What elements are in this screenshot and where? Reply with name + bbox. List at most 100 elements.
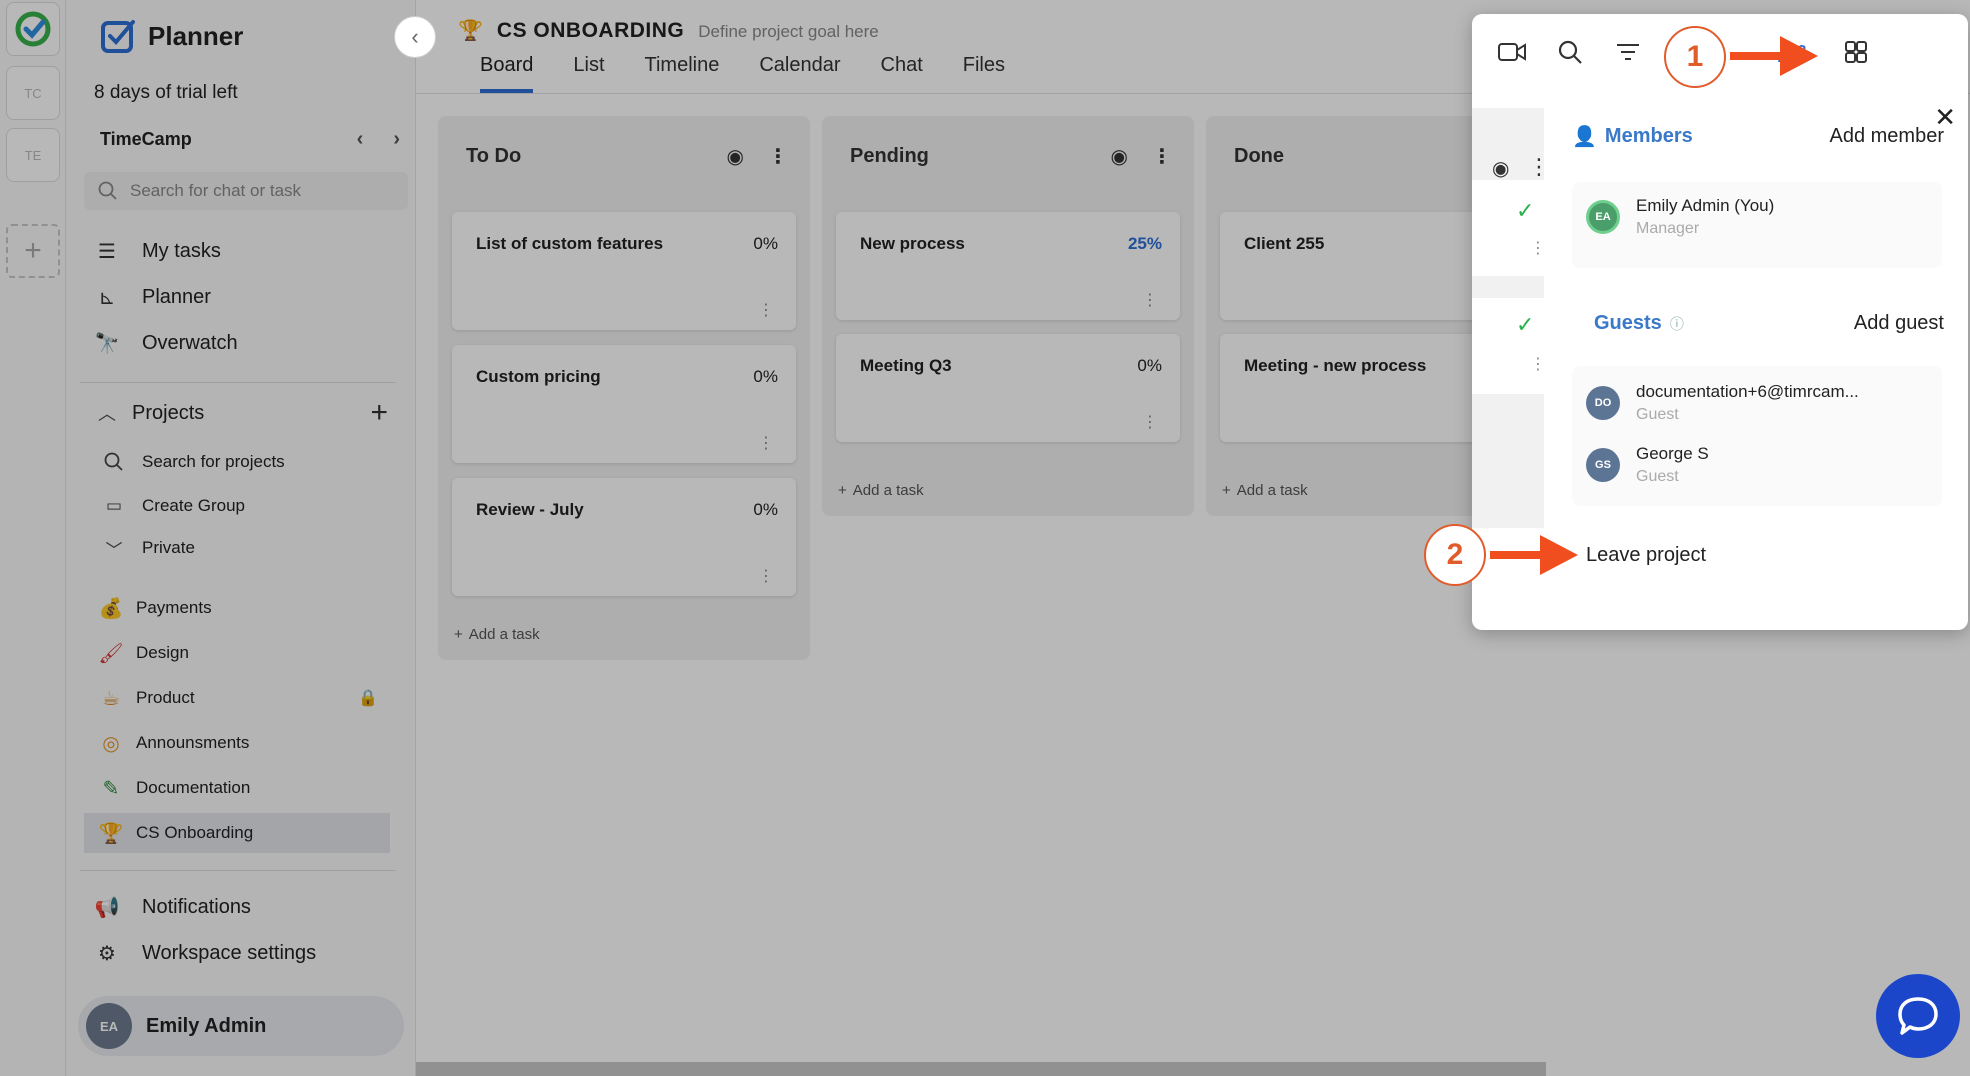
project-tabs: Board List Timeline Calendar Chat Files <box>480 54 1005 93</box>
member-role: Manager <box>1636 220 1700 237</box>
add-task-button[interactable]: + Add a task <box>454 626 540 643</box>
project-product[interactable]: ☕ Product 🔒 <box>98 678 384 718</box>
project-goal-field[interactable]: Define project goal here <box>698 22 879 42</box>
column-header: To Do ◉ ⋮ <box>438 116 810 196</box>
eye-icon[interactable]: ◉ <box>727 144 744 169</box>
add-task-button[interactable]: + Add a task <box>1222 482 1308 499</box>
member-row[interactable]: EA Emily Admin (You) Manager <box>1586 196 1774 238</box>
add-guest-button[interactable]: Add guest <box>1854 312 1944 335</box>
horizontal-scrollbar[interactable] <box>416 1062 1546 1076</box>
notifications-link[interactable]: 📢 Notifications <box>94 894 251 920</box>
tab-files[interactable]: Files <box>963 54 1005 93</box>
coffee-icon: ☕ <box>102 687 120 710</box>
project-payments[interactable]: 💰 Payments <box>98 588 384 628</box>
members-list: EA Emily Admin (You) Manager <box>1572 182 1942 268</box>
add-workspace-button[interactable]: + <box>6 224 60 278</box>
more-vertical-icon[interactable]: ⋮ <box>758 436 774 452</box>
guest-row[interactable]: DO documentation+6@timrcam... Guest <box>1586 382 1859 424</box>
leave-project-button[interactable]: Leave project <box>1586 544 1706 567</box>
info-icon[interactable]: ⓘ <box>1670 314 1684 334</box>
sidebar-search[interactable]: Search for chat or task <box>84 172 408 210</box>
nav-label: Planner <box>142 285 211 308</box>
guest-name: George S <box>1636 444 1709 463</box>
add-project-icon[interactable]: + <box>370 396 388 430</box>
user-profile[interactable]: EA Emily Admin <box>78 996 404 1056</box>
private-group-toggle[interactable]: ﹀ Private <box>102 536 195 560</box>
app-brand[interactable]: Planner <box>100 18 243 54</box>
nav-overwatch[interactable]: 🔭 Overwatch <box>94 330 238 356</box>
task-card-peek[interactable]: ✓ ⋮ <box>1472 298 1546 394</box>
task-card-peek[interactable]: ✓ ⋮ <box>1472 180 1546 276</box>
guests-label-text: Guests <box>1594 312 1662 334</box>
page-title[interactable]: CS ONBOARDING <box>497 19 684 43</box>
guest-row[interactable]: GS George S Guest <box>1586 444 1709 486</box>
brush-icon: 🖌 <box>98 642 124 665</box>
chevron-down-icon: ﹀ <box>105 540 123 560</box>
integrations-icon[interactable] <box>1842 38 1870 66</box>
member-name: Emily Admin (You) <box>1636 196 1775 215</box>
project-label: CS Onboarding <box>136 823 254 842</box>
eye-icon[interactable]: ◉ <box>1111 144 1128 169</box>
user-name: Emily Admin <box>146 1014 267 1037</box>
eye-icon[interactable]: ◉ <box>1492 156 1509 181</box>
tab-timeline[interactable]: Timeline <box>645 54 720 93</box>
more-vertical-icon[interactable]: ⋮ <box>1142 415 1158 431</box>
tab-chat[interactable]: Chat <box>881 54 923 93</box>
video-call-icon[interactable] <box>1498 38 1526 66</box>
more-vertical-icon[interactable]: ⋮ <box>1530 354 1546 374</box>
more-vertical-icon[interactable]: ⋮ <box>1142 293 1158 309</box>
chevron-left-icon[interactable]: ‹ <box>357 128 364 151</box>
project-documentation[interactable]: ✎ Documentation <box>98 768 384 808</box>
chevron-up-icon[interactable]: ︿ <box>98 400 116 426</box>
nav-my-tasks[interactable]: ☰ My tasks <box>94 238 221 264</box>
create-group-label: Create Group <box>142 496 245 515</box>
collapse-sidebar-button[interactable]: ‹ <box>394 16 436 58</box>
task-card[interactable]: List of custom features 0% ⋮ <box>452 212 796 330</box>
column-title: Done <box>1234 144 1284 167</box>
projects-label: Projects <box>132 401 205 424</box>
project-announsments[interactable]: ◎ Announsments <box>98 723 384 763</box>
user-icon: 👤 <box>1572 126 1597 148</box>
annotation-step-2: 2 <box>1424 524 1486 586</box>
guests-label: Guests ⓘ <box>1594 312 1684 335</box>
search-projects[interactable]: Search for projects <box>102 450 285 474</box>
project-cs-onboarding[interactable]: 🏆 CS Onboarding <box>84 813 390 853</box>
more-vertical-icon[interactable]: ⋮ <box>758 569 774 585</box>
more-vertical-icon[interactable]: ⋮ <box>1530 238 1546 258</box>
task-card[interactable]: New process 25% ⋮ <box>836 212 1180 320</box>
create-group[interactable]: ▭ Create Group <box>102 494 245 518</box>
project-label: Design <box>136 643 189 662</box>
more-vertical-icon[interactable]: ⋮ <box>758 303 774 319</box>
trophy-icon: 🏆 <box>458 20 483 42</box>
members-label: 👤 Members <box>1572 124 1693 149</box>
search-icon <box>98 181 117 200</box>
workspace-settings-link[interactable]: ⚙ Workspace settings <box>94 940 316 966</box>
task-progress: 25% <box>1127 234 1162 253</box>
app-logo-icon[interactable] <box>6 2 60 56</box>
more-vertical-icon[interactable]: ⋮ <box>768 144 788 169</box>
workspace-switch-tc[interactable]: TC <box>6 66 60 120</box>
tab-list[interactable]: List <box>573 54 604 93</box>
task-card[interactable]: Review - July 0% ⋮ <box>452 478 796 596</box>
more-vertical-icon[interactable]: ⋮ <box>1528 154 1550 180</box>
add-task-button[interactable]: + Add a task <box>838 482 924 499</box>
avatar: GS <box>1586 448 1620 482</box>
megaphone-icon: 📢 <box>94 896 120 919</box>
nav-planner[interactable]: ⊾ Planner <box>94 284 211 310</box>
projects-header[interactable]: ︿ Projects + <box>98 396 388 430</box>
chevron-right-icon[interactable]: › <box>393 128 400 151</box>
annotation-arrowhead-1 <box>1780 36 1818 76</box>
add-member-button[interactable]: Add member <box>1830 125 1945 148</box>
add-task-label: Add a task <box>468 626 540 643</box>
project-design[interactable]: 🖌 Design <box>98 633 384 673</box>
search-icon[interactable] <box>1556 38 1584 66</box>
task-card[interactable]: Meeting Q3 0% ⋮ <box>836 334 1180 442</box>
filter-icon[interactable] <box>1614 38 1642 66</box>
tab-calendar[interactable]: Calendar <box>759 54 840 93</box>
guest-role: Guest <box>1636 406 1679 423</box>
workspace-switch-te[interactable]: TE <box>6 128 60 182</box>
support-chat-button[interactable] <box>1876 974 1960 1058</box>
task-card[interactable]: Custom pricing 0% ⋮ <box>452 345 796 463</box>
tab-board[interactable]: Board <box>480 54 534 93</box>
more-vertical-icon[interactable]: ⋮ <box>1152 144 1172 169</box>
